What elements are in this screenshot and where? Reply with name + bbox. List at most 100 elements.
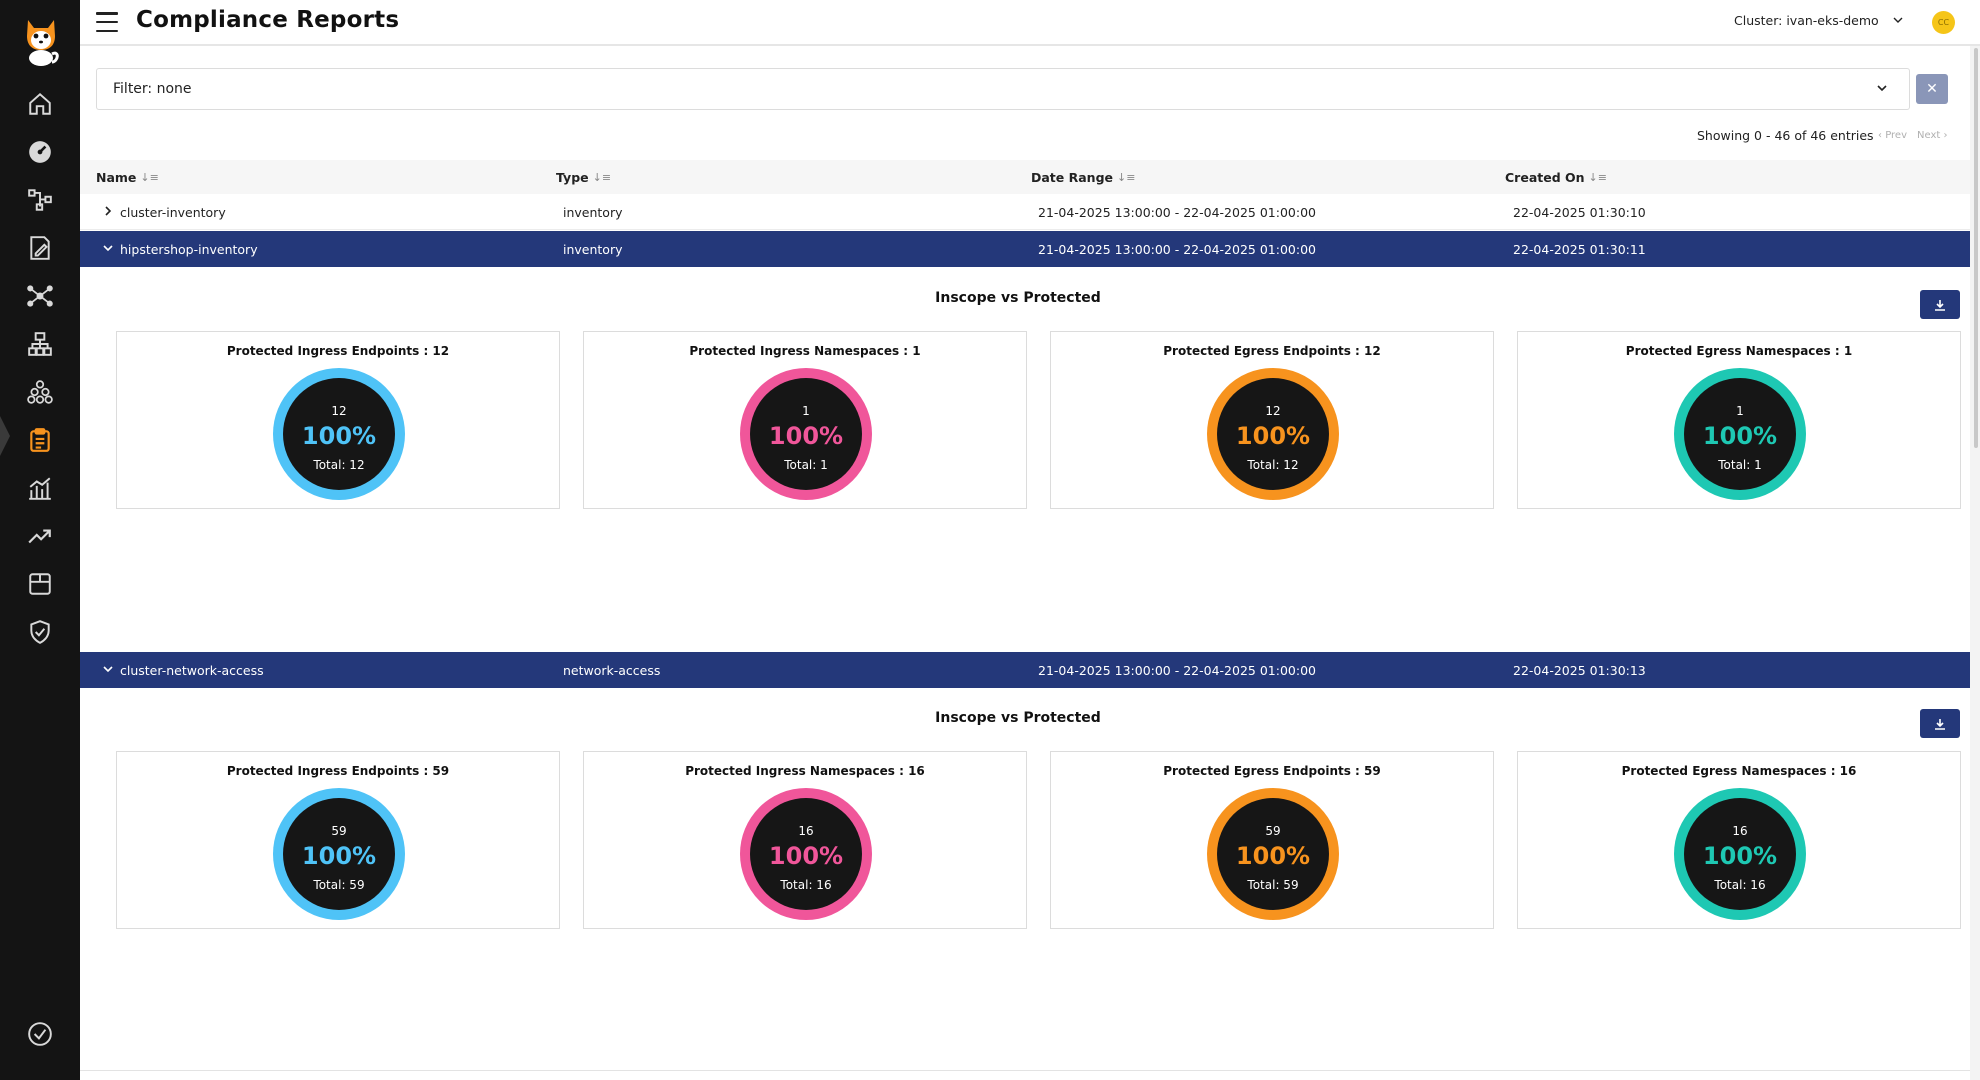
metric-card: Protected Ingress Endpoints : 12 12 100%… bbox=[116, 331, 560, 509]
column-label: Type bbox=[556, 170, 589, 185]
column-header-type[interactable]: Type ↓≡ bbox=[556, 170, 611, 185]
metric-ring-center: 1 100% Total: 1 bbox=[750, 378, 862, 490]
metric-ring-center: 12 100% Total: 12 bbox=[283, 378, 395, 490]
sidebar-item-home[interactable] bbox=[0, 82, 80, 126]
topology-icon bbox=[28, 189, 52, 211]
sort-icon: ↓≡ bbox=[1588, 171, 1607, 184]
dashboard-gauge-icon bbox=[29, 141, 51, 163]
prev-label: Prev bbox=[1885, 130, 1908, 141]
metric-ring-center: 16 100% Total: 16 bbox=[1684, 798, 1796, 910]
chevron-down-icon bbox=[1877, 85, 1887, 92]
app-logo-cat-icon[interactable] bbox=[22, 14, 60, 66]
metric-total: Total: 1 bbox=[784, 458, 828, 472]
metric-count: 16 bbox=[798, 824, 814, 838]
metric-count: 12 bbox=[1265, 404, 1281, 418]
metric-card-title: Protected Egress Endpoints : 12 bbox=[1163, 344, 1381, 358]
sidebar-item-store[interactable] bbox=[0, 562, 80, 606]
chevron-down-icon[interactable] bbox=[101, 241, 115, 255]
column-header-name[interactable]: Name ↓≡ bbox=[96, 170, 159, 185]
metric-total: Total: 59 bbox=[313, 878, 365, 892]
filter-value: Filter: none bbox=[113, 81, 192, 97]
metric-card-title: Protected Ingress Namespaces : 1 bbox=[689, 344, 921, 358]
sidebar-item-security[interactable] bbox=[0, 610, 80, 654]
table-row[interactable]: hipstershop-inventory inventory 21-04-20… bbox=[80, 231, 1970, 267]
bar-chart-icon bbox=[29, 477, 51, 500]
metric-card: Protected Egress Namespaces : 1 1 100% T… bbox=[1517, 331, 1961, 509]
sidebar-item-trends[interactable] bbox=[0, 514, 80, 558]
metric-ring-center: 59 100% Total: 59 bbox=[283, 798, 395, 910]
metric-ring: 16 100% Total: 16 bbox=[740, 788, 872, 920]
metric-total: Total: 16 bbox=[780, 878, 832, 892]
shield-check-icon bbox=[30, 620, 50, 644]
sidebar-item-analytics[interactable] bbox=[0, 466, 80, 510]
sidebar-item-clusters[interactable] bbox=[0, 370, 80, 414]
chevron-down-icon[interactable] bbox=[101, 662, 115, 676]
download-button[interactable] bbox=[1920, 709, 1960, 738]
cluster-selector[interactable]: Cluster: ivan-eks-demo bbox=[1734, 13, 1903, 28]
metric-percent: 100% bbox=[1235, 842, 1311, 870]
user-avatar[interactable]: CC bbox=[1932, 11, 1955, 34]
panel-title: Inscope vs Protected bbox=[935, 710, 1101, 726]
prev-page-button[interactable]: ‹ Prev bbox=[1878, 130, 1907, 141]
table-row[interactable]: cluster-network-access network-access 21… bbox=[80, 652, 1970, 688]
hierarchy-icon bbox=[28, 332, 52, 356]
table-row[interactable]: cluster-inventory inventory 21-04-2025 1… bbox=[80, 194, 1970, 230]
metric-ring-center: 16 100% Total: 16 bbox=[750, 798, 862, 910]
policy-edit-icon bbox=[30, 236, 50, 260]
cluster-label: Cluster: ivan-eks-demo bbox=[1734, 13, 1879, 28]
metric-ring: 1 100% Total: 1 bbox=[740, 368, 872, 500]
metric-percent: 100% bbox=[1235, 422, 1311, 450]
metric-card-title: Protected Egress Endpoints : 59 bbox=[1163, 764, 1381, 778]
menu-toggle-icon[interactable] bbox=[96, 12, 118, 32]
sidebar-item-network[interactable] bbox=[0, 274, 80, 318]
sort-icon: ↓≡ bbox=[592, 171, 612, 184]
cluster-nodes-icon bbox=[27, 380, 53, 404]
sidebar-item-status[interactable] bbox=[0, 1012, 80, 1056]
scrollbar-thumb[interactable] bbox=[1974, 48, 1978, 448]
row-date-range: 21-04-2025 13:00:00 - 22-04-2025 01:00:0… bbox=[1038, 242, 1316, 257]
row-type: network-access bbox=[563, 663, 661, 678]
next-page-button[interactable]: Next › bbox=[1917, 130, 1947, 141]
download-button[interactable] bbox=[1920, 290, 1960, 319]
sidebar-item-policies[interactable] bbox=[0, 226, 80, 270]
metric-ring: 12 100% Total: 12 bbox=[273, 368, 405, 500]
metric-count: 16 bbox=[1732, 824, 1748, 838]
metric-ring: 59 100% Total: 59 bbox=[273, 788, 405, 920]
clear-filter-button[interactable]: ✕ bbox=[1916, 74, 1948, 104]
metric-total: Total: 12 bbox=[1247, 458, 1299, 472]
next-label: Next bbox=[1917, 130, 1941, 141]
sidebar bbox=[0, 0, 80, 1080]
metric-total: Total: 1 bbox=[1718, 458, 1762, 472]
metric-card-title: Protected Ingress Namespaces : 16 bbox=[685, 764, 925, 778]
metric-count: 1 bbox=[1736, 404, 1744, 418]
sidebar-item-dashboard[interactable] bbox=[0, 130, 80, 174]
metric-percent: 100% bbox=[301, 842, 377, 870]
metric-ring-center: 12 100% Total: 12 bbox=[1217, 378, 1329, 490]
row-created-on: 22-04-2025 01:30:10 bbox=[1513, 205, 1646, 220]
row-name: cluster-network-access bbox=[120, 663, 264, 678]
metric-percent: 100% bbox=[1702, 842, 1778, 870]
home-icon bbox=[29, 92, 51, 115]
metric-total: Total: 16 bbox=[1714, 878, 1766, 892]
metric-total: Total: 59 bbox=[1247, 878, 1299, 892]
metric-percent: 100% bbox=[1702, 422, 1778, 450]
sidebar-item-compliance[interactable] bbox=[0, 418, 80, 462]
filter-select[interactable]: Filter: none bbox=[96, 68, 1910, 110]
download-icon bbox=[1935, 718, 1945, 730]
row-date-range: 21-04-2025 13:00:00 - 22-04-2025 01:00:0… bbox=[1038, 663, 1316, 678]
metric-count: 1 bbox=[802, 404, 810, 418]
metric-card-title: Protected Egress Namespaces : 1 bbox=[1625, 344, 1853, 358]
row-created-on: 22-04-2025 01:30:13 bbox=[1513, 663, 1646, 678]
column-label: Date Range bbox=[1031, 170, 1114, 185]
metric-count: 59 bbox=[331, 824, 347, 838]
sidebar-item-topology[interactable] bbox=[0, 178, 80, 222]
metric-card: Protected Egress Endpoints : 12 12 100% … bbox=[1050, 331, 1494, 509]
pagination: ‹ Prev Next › bbox=[1878, 130, 1948, 141]
trend-icon bbox=[28, 529, 51, 544]
chevron-right-icon[interactable] bbox=[101, 204, 115, 218]
metric-ring-center: 59 100% Total: 59 bbox=[1217, 798, 1329, 910]
column-header-date-range[interactable]: Date Range ↓≡ bbox=[1031, 170, 1135, 185]
download-icon bbox=[1935, 299, 1945, 311]
column-header-created-on[interactable]: Created On ↓≡ bbox=[1505, 170, 1607, 185]
sidebar-item-hierarchy[interactable] bbox=[0, 322, 80, 366]
